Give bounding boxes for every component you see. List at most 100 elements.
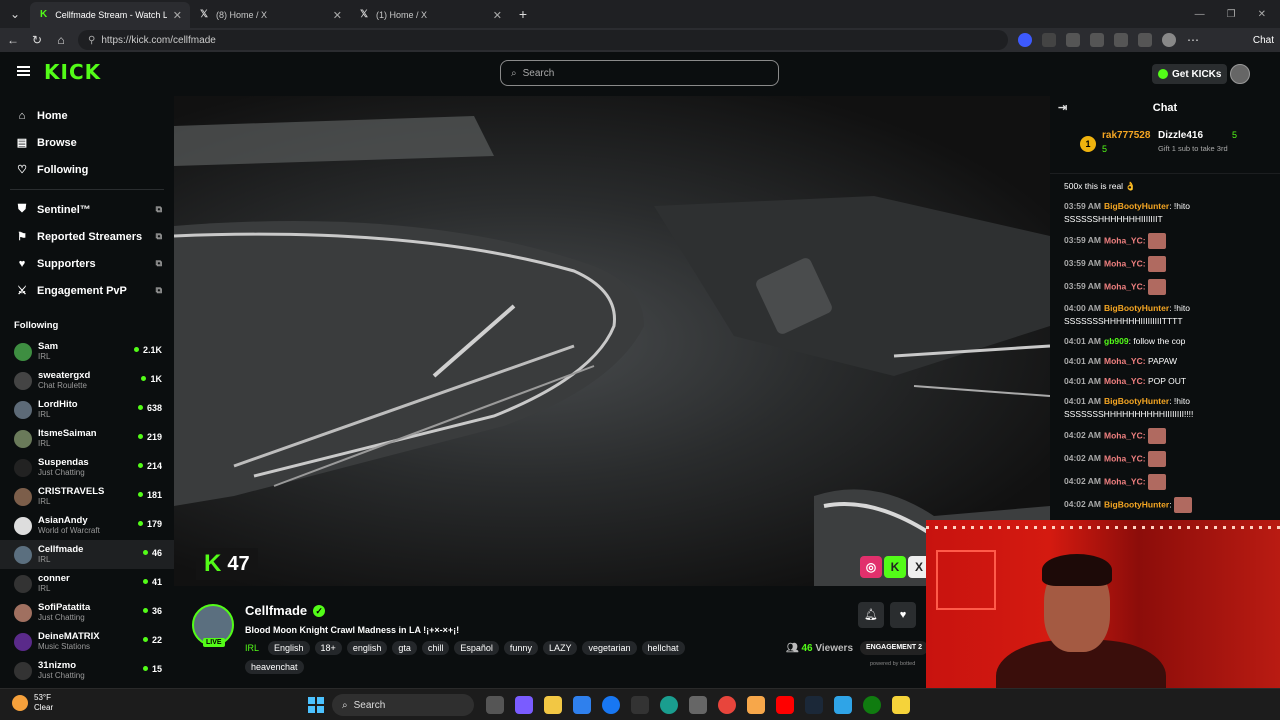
kick-logo[interactable]: KICK: [44, 60, 101, 84]
user-avatar[interactable]: [1230, 64, 1250, 84]
nav-reported-streamers[interactable]: ⚑ Reported Streamers ⧉: [0, 223, 174, 250]
following-item[interactable]: LordHito IRL 638: [0, 395, 174, 424]
popout-icon[interactable]: ⧉: [156, 204, 162, 215]
tag-chip[interactable]: English: [268, 641, 310, 655]
file-explorer-icon[interactable]: [544, 696, 562, 714]
following-item[interactable]: CRISTRAVELS IRL 181: [0, 482, 174, 511]
menu-icon[interactable]: [17, 66, 30, 76]
search-input[interactable]: ⌕ Search: [500, 60, 779, 86]
favorites-icon[interactable]: [1114, 33, 1128, 47]
chat-username[interactable]: Moha_YC:: [1104, 258, 1146, 268]
xbox-icon[interactable]: [863, 696, 881, 714]
tag-chip[interactable]: 18+: [314, 641, 342, 655]
category-link[interactable]: IRL: [245, 641, 259, 655]
chrome-icon[interactable]: [718, 696, 736, 714]
steam-icon[interactable]: [805, 696, 823, 714]
following-item[interactable]: SofiPatatita Just Chatting 36: [0, 598, 174, 627]
tag-chip[interactable]: gta: [392, 641, 417, 655]
tab-x-1[interactable]: 𝕏 (8) Home / X ✕: [190, 2, 350, 28]
chat-username[interactable]: Moha_YC:: [1104, 453, 1146, 463]
extension-icon[interactable]: [1042, 33, 1056, 47]
chat-username[interactable]: BigBootyHunter: [1104, 303, 1169, 313]
nav-browse[interactable]: ▤ Browse: [0, 129, 174, 156]
tag-chip[interactable]: funny: [503, 641, 538, 655]
tag-chip[interactable]: heavenchat: [245, 660, 304, 674]
following-item[interactable]: 31nizmo Just Chatting 15: [0, 656, 174, 685]
close-tab-icon[interactable]: ✕: [333, 9, 342, 22]
video-player[interactable]: K 47 ◎ K X: [174, 96, 1050, 586]
store-icon[interactable]: [573, 696, 591, 714]
chat-username[interactable]: BigBootyHunter: [1104, 396, 1169, 406]
site-info-icon[interactable]: ⚲: [88, 35, 95, 46]
youtube-icon[interactable]: [776, 696, 794, 714]
extension-icon[interactable]: [1018, 33, 1032, 47]
start-icon[interactable]: [308, 697, 324, 713]
gift-sub-hint[interactable]: Gift 1 sub to take 3rd: [1158, 144, 1228, 153]
shield-icon[interactable]: [1138, 33, 1152, 47]
tag-chip[interactable]: chill: [421, 641, 450, 655]
copilot-chat-button[interactable]: Chat: [1253, 35, 1274, 46]
taskbar-search[interactable]: ⌕ Search: [332, 694, 474, 716]
app-icon[interactable]: [834, 696, 852, 714]
popout-icon[interactable]: ⧉: [156, 231, 162, 242]
following-item[interactable]: Cellfmade IRL 46: [0, 540, 174, 569]
nav-following[interactable]: ♡ Following: [0, 156, 174, 183]
task-view-icon[interactable]: [486, 696, 504, 714]
chat-username[interactable]: Moha_YC:: [1104, 376, 1146, 386]
nav-supporters[interactable]: ♥ Supporters ⧉: [0, 250, 174, 277]
puzzle-icon[interactable]: [1066, 33, 1080, 47]
tab-kick[interactable]: K Cellfmade Stream - Watch Liv ✕: [30, 2, 190, 28]
following-item[interactable]: AsianAndy World of Warcraft 179: [0, 511, 174, 540]
tag-chip[interactable]: hellchat: [641, 641, 685, 655]
tag-chip[interactable]: english: [346, 641, 388, 655]
profile-icon[interactable]: [1162, 33, 1176, 47]
tab-x-2[interactable]: 𝕏 (1) Home / X ✕: [350, 2, 510, 28]
follow-button[interactable]: ♥: [890, 602, 916, 628]
following-item[interactable]: Sam IRL 2.1K: [0, 337, 174, 366]
split-screen-icon[interactable]: [1090, 33, 1104, 47]
following-item[interactable]: conner IRL 41: [0, 569, 174, 598]
sticky-notes-icon[interactable]: [892, 696, 910, 714]
chat-username[interactable]: Moha_YC:: [1104, 430, 1146, 440]
chat-username[interactable]: Moha_YC:: [1104, 281, 1146, 291]
following-item[interactable]: sweatergxd Chat Roulette 1K: [0, 366, 174, 395]
chat-username[interactable]: Moha_YC:: [1104, 235, 1146, 245]
chat-username[interactable]: Moha_YC:: [1104, 476, 1146, 486]
close-tab-icon[interactable]: ✕: [173, 9, 182, 22]
restore-icon[interactable]: ❐: [1227, 9, 1236, 20]
close-window-icon[interactable]: ✕: [1258, 9, 1266, 20]
chat-username[interactable]: BigBootyHunter: [1104, 499, 1169, 509]
nav-engagement-pvp[interactable]: ⚔ Engagement PvP ⧉: [0, 277, 174, 304]
reload-icon[interactable]: ↻: [30, 33, 44, 47]
tab-list-button[interactable]: ⌄: [8, 7, 22, 21]
facebook-icon[interactable]: [602, 696, 620, 714]
following-item[interactable]: ItsmeSaiman IRL 219: [0, 424, 174, 453]
amazon-icon[interactable]: [631, 696, 649, 714]
notification-button[interactable]: 🔔︎: [858, 602, 884, 628]
copilot-icon[interactable]: [515, 696, 533, 714]
minimize-icon[interactable]: —: [1195, 9, 1205, 20]
popout-icon[interactable]: ⧉: [156, 285, 162, 296]
url-field[interactable]: ⚲ https://kick.com/cellfmade: [78, 30, 1008, 50]
new-tab-button[interactable]: +: [516, 6, 530, 22]
tag-chip[interactable]: Español: [454, 641, 499, 655]
following-item[interactable]: DeineMATRIX Music Stations 22: [0, 627, 174, 656]
more-icon[interactable]: ⋯: [1186, 33, 1200, 47]
collapse-chat-icon[interactable]: ⇥: [1058, 94, 1067, 122]
nav-home[interactable]: ⌂ Home: [0, 102, 174, 129]
back-icon[interactable]: ←: [6, 33, 20, 47]
weather-widget[interactable]: 53°F Clear: [12, 693, 53, 713]
nav-sentinel[interactable]: ⛊ Sentinel™ ⧉: [0, 196, 174, 223]
tag-chip[interactable]: vegetarian: [582, 641, 637, 655]
popout-icon[interactable]: ⧉: [156, 258, 162, 269]
channel-name[interactable]: Cellfmade: [245, 603, 307, 618]
calculator-icon[interactable]: [689, 696, 707, 714]
leader-second-name[interactable]: Dizzle416: [1158, 130, 1203, 141]
following-item[interactable]: Suspendas Just Chatting 214: [0, 453, 174, 482]
home-icon[interactable]: ⌂: [54, 33, 68, 47]
chat-username[interactable]: gb909: [1104, 336, 1129, 346]
app-icon[interactable]: [747, 696, 765, 714]
tag-chip[interactable]: LAZY: [542, 641, 578, 655]
leader-first-name[interactable]: rak777528: [1102, 130, 1150, 141]
chat-username[interactable]: Moha_YC:: [1104, 356, 1146, 366]
